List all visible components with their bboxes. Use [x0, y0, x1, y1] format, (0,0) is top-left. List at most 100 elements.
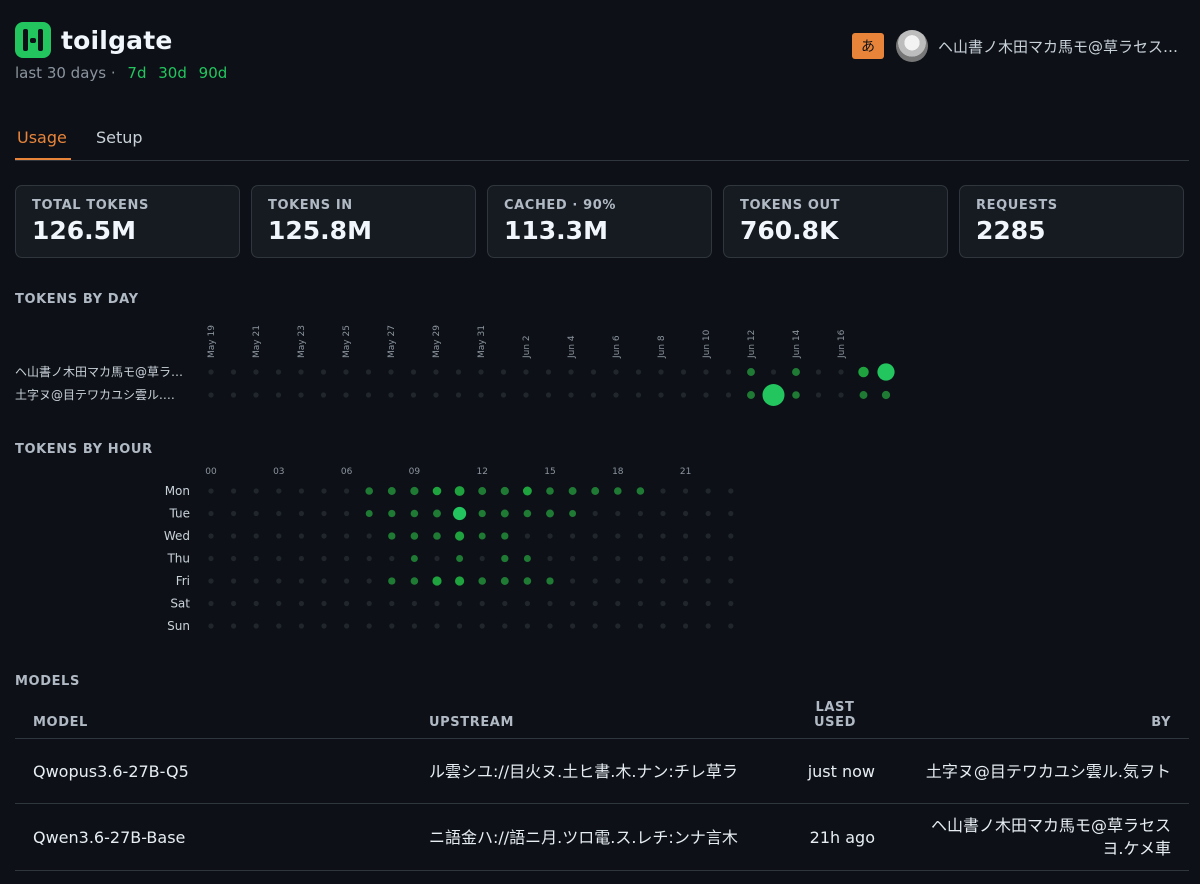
- hour-dot: [478, 487, 487, 495]
- day-dot: [455, 392, 462, 398]
- date-tick-label: Jun 16: [837, 329, 847, 359]
- hour-dot: [276, 533, 282, 539]
- hour-dot: [231, 488, 237, 494]
- last-used: just now: [777, 738, 893, 804]
- hour-dot: [298, 488, 304, 494]
- day-dot: [343, 369, 349, 375]
- hour-dot: [569, 510, 577, 517]
- day-dot: [253, 369, 259, 375]
- date-tick-label: Jun 10: [702, 329, 712, 359]
- range-7d-link[interactable]: 7d: [127, 64, 146, 82]
- hour-dot: [502, 623, 508, 629]
- hour-dot: [614, 487, 622, 495]
- stat-value: 113.3M: [504, 216, 608, 245]
- hour-dot: [457, 623, 463, 629]
- hour-dot: [321, 623, 327, 629]
- hour-dot: [298, 510, 304, 517]
- hour-dot: [298, 623, 304, 629]
- hour-tick-label: 03: [273, 467, 284, 477]
- day-dot: [635, 392, 642, 398]
- day-dot: [590, 392, 597, 398]
- hour-dot: [479, 600, 485, 607]
- hour-dot: [705, 488, 711, 494]
- hour-dot: [276, 555, 282, 562]
- range-30d-link[interactable]: 30d: [158, 64, 187, 82]
- used-by: 土字ヌ@目テワカユシ雲ル.気ヲト: [893, 738, 1189, 804]
- hour-dot: [728, 623, 734, 629]
- hour-dot: [410, 486, 419, 496]
- hour-dot: [570, 555, 576, 562]
- day-row-label: ヘ山書ノ木田マカ馬モ@草ラ…: [15, 365, 183, 379]
- hour-dot: [321, 578, 327, 584]
- hour-row-label: Mon: [165, 484, 190, 498]
- avatar[interactable]: [895, 30, 928, 62]
- hour-dot: [298, 555, 304, 562]
- hour-dot: [388, 509, 396, 518]
- hour-dot: [524, 600, 531, 607]
- table-row: Qwen3.6-27B-Base ニ語金ハ://語ニ月.ツロ電.ス.レチ:ンナ言…: [15, 803, 1189, 871]
- day-dot: [433, 392, 439, 398]
- hour-dot: [637, 578, 644, 584]
- hour-dot: [705, 578, 711, 584]
- models-table: MODEL UPSTREAM LAST USED BY Qwopus3.6-27…: [15, 700, 1189, 871]
- tab-setup[interactable]: Setup: [96, 128, 143, 147]
- user-name[interactable]: ヘ山書ノ木田マカ馬モ@草ラセス…: [938, 36, 1178, 57]
- hour-dot: [344, 578, 350, 584]
- hour-dot: [276, 623, 282, 629]
- tokens-by-hour-chart: 00 03 06 09 12 15 18 21 Mon Tue Wed Thu Fri Sat Sun: [164, 467, 734, 633]
- hour-dot: [615, 623, 621, 629]
- tab-usage[interactable]: Usage: [15, 128, 71, 160]
- hour-dot: [344, 623, 350, 629]
- user-area: あ ヘ山書ノ木田マカ馬モ@草ラセス…: [851, 30, 1178, 62]
- date-tick-label: May 21: [252, 325, 262, 358]
- language-toggle-button[interactable]: あ: [851, 33, 884, 59]
- day-dot: [838, 369, 844, 375]
- hour-dot: [683, 623, 689, 629]
- hour-dot: [208, 510, 214, 517]
- hour-dot: [365, 487, 374, 495]
- day-dot: [545, 369, 552, 375]
- hour-dot: [231, 555, 237, 562]
- hour-dot: [637, 533, 644, 539]
- day-dot: [545, 392, 552, 398]
- hour-dot: [501, 554, 509, 563]
- hour-dot: [637, 510, 644, 517]
- date-tick-label: May 25: [342, 325, 352, 358]
- range-selector: last 30 days · 7d 30d 90d: [15, 64, 227, 82]
- day-dot: [815, 369, 822, 375]
- range-90d-link[interactable]: 90d: [199, 64, 228, 82]
- hour-dot: [660, 600, 666, 607]
- stats-row: TOTAL TOKENS 126.5M TOKENS IN 125.8M CAC…: [15, 185, 1184, 258]
- hour-dot: [276, 488, 282, 494]
- hour-dot: [524, 533, 531, 539]
- hour-tick-label: 21: [680, 467, 691, 477]
- hour-dot: [344, 488, 350, 494]
- hour-dot: [366, 555, 372, 562]
- day-dot: [792, 368, 800, 376]
- hour-dot: [592, 555, 598, 562]
- hour-dot: [253, 600, 259, 607]
- hour-tick-label: 18: [612, 467, 624, 477]
- day-dot: [762, 384, 785, 406]
- hour-dot: [478, 577, 487, 585]
- stat-total-tokens: TOTAL TOKENS 126.5M: [15, 185, 240, 258]
- hour-dot: [592, 623, 598, 629]
- hour-dot: [388, 577, 396, 585]
- hour-dot: [253, 555, 259, 562]
- hour-dot: [524, 623, 531, 629]
- stat-value: 125.8M: [268, 216, 372, 245]
- hour-dot: [389, 600, 395, 607]
- hour-dot: [410, 509, 419, 518]
- day-dot: [365, 369, 372, 375]
- day-dot: [613, 369, 619, 375]
- model-name: Qwopus3.6-27B-Q5: [15, 738, 411, 804]
- hour-dot: [570, 623, 576, 629]
- stat-value: 126.5M: [32, 216, 136, 245]
- stat-value: 760.8K: [740, 216, 839, 245]
- hour-dot: [522, 486, 532, 496]
- hour-dot: [454, 486, 465, 496]
- date-tick-label: Jun 14: [792, 329, 802, 359]
- tab-bar: Usage Setup: [15, 120, 1189, 161]
- day-dot: [792, 391, 800, 399]
- stat-label: CACHED · 90%: [504, 198, 616, 213]
